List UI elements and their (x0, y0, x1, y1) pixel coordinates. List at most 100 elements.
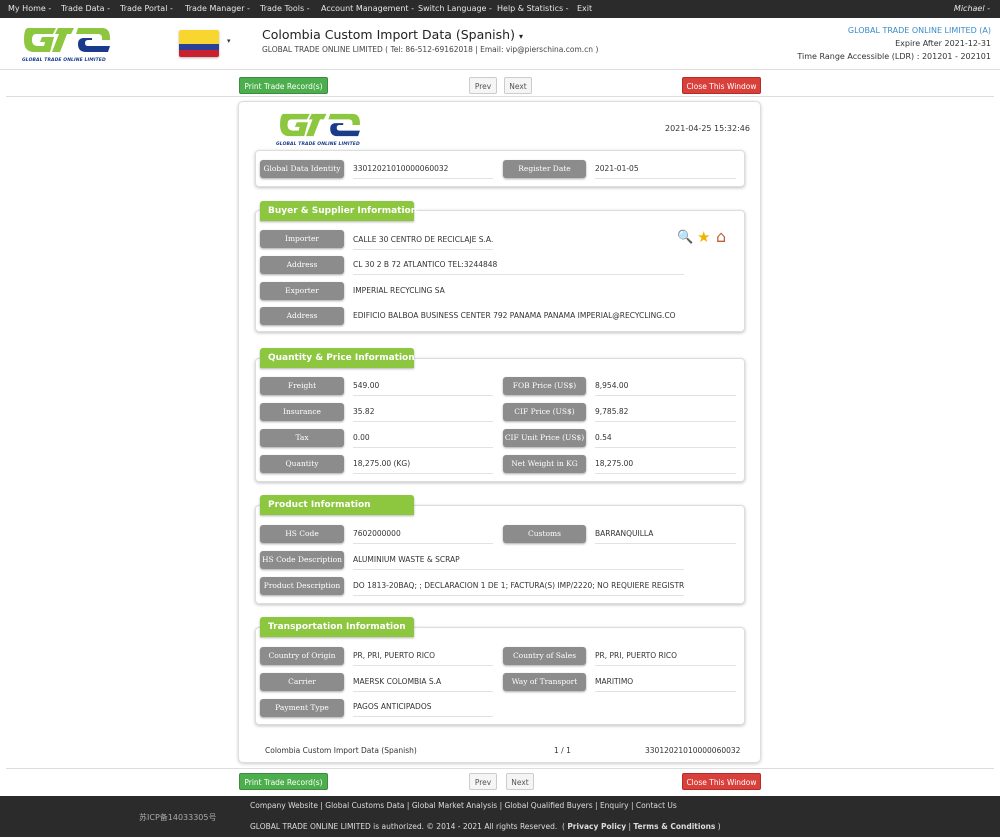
database-title-text: Colombia Custom Import Data (Spanish) (262, 27, 515, 42)
close-window-button[interactable]: Close This Window (682, 77, 761, 94)
hs-code-description-label: HS Code Description (260, 551, 344, 569)
importer-label: Importer (260, 230, 344, 248)
next-button-bottom[interactable]: Next (506, 773, 534, 790)
fob-price-value: 8,954.00 (595, 380, 736, 396)
account-time-range: Time Range Accessible (LDR) : 201201 - 2… (797, 52, 991, 61)
country-flag-colombia[interactable] (179, 30, 219, 57)
freight-label: Freight (260, 377, 344, 395)
nav-trade-tools[interactable]: Trade Tools - (260, 4, 310, 13)
importer-value: CALLE 30 CENTRO DE RECICLAJE S.A.S (353, 234, 493, 250)
cif-price-value: 9,785.82 (595, 406, 736, 422)
nav-account-management[interactable]: Account Management - (321, 4, 414, 13)
product-description-label: Product Description (260, 577, 344, 595)
company-contact: GLOBAL TRADE ONLINE LIMITED ( Tel: 86-51… (262, 45, 599, 54)
carrier-value: MAERSK COLOMBIA S.A (353, 676, 493, 692)
exporter-label: Exporter (260, 282, 344, 300)
tax-value: 0.00 (353, 432, 493, 448)
footer-links: Company Website | Global Customs Data | … (250, 801, 677, 810)
site-footer: 苏ICP备14033305号 Company Website | Global … (0, 796, 1000, 837)
exporter-address-label: Address (260, 307, 344, 325)
account-expire: Expire After 2021-12-31 (895, 39, 991, 48)
account-company[interactable]: GLOBAL TRADE ONLINE LIMITED (A) (848, 26, 991, 35)
country-of-sales-value: PR, PRI, PUERTO RICO (595, 650, 736, 666)
nav-help-statistics[interactable]: Help & Statistics - (497, 4, 569, 13)
product-description-value: DO 1813-20BAQ; ; DECLARACION 1 DE 1; FAC… (353, 580, 684, 596)
register-date-label: Register Date (503, 160, 586, 178)
icp-license[interactable]: 苏ICP备14033305号 (139, 812, 217, 823)
way-of-transport-label: Way of Transport (503, 673, 586, 691)
nav-my-home[interactable]: My Home - (8, 4, 51, 13)
nav-trade-manager[interactable]: Trade Manager - (185, 4, 250, 13)
fob-price-label: FOB Price (US$) (503, 377, 586, 395)
gto-logo-icon (24, 28, 110, 52)
nav-trade-data[interactable]: Trade Data - (61, 4, 110, 13)
country-of-origin-value: PR, PRI, PUERTO RICO (353, 650, 493, 666)
hs-code-label: HS Code (260, 525, 344, 543)
header-divider (0, 69, 1000, 70)
print-trade-records-button-bottom[interactable]: Print Trade Record(s) (239, 773, 328, 790)
footer-link-global-customs-data[interactable]: Global Customs Data (325, 801, 404, 810)
bottom-toolbar-divider (6, 768, 994, 769)
insurance-value: 35.82 (353, 406, 493, 422)
logo-caption: GLOBAL TRADE ONLINE LIMITED (22, 58, 106, 63)
quantity-label: Quantity (260, 455, 344, 473)
footer-link-company-website[interactable]: Company Website (250, 801, 318, 810)
freight-value: 549.00 (353, 380, 493, 396)
footer-copyright: GLOBAL TRADE ONLINE LIMITED is authorize… (250, 822, 721, 831)
copyright-text: GLOBAL TRADE ONLINE LIMITED is authorize… (250, 822, 558, 831)
prev-button[interactable]: Prev (469, 77, 497, 94)
star-icon[interactable]: ★ (697, 228, 710, 246)
top-nav: My Home - Trade Data - Trade Portal - Tr… (0, 0, 1000, 18)
record-footer-page: 1 / 1 (554, 746, 571, 755)
terms-conditions-link[interactable]: Terms & Conditions (633, 822, 715, 831)
chevron-down-icon: ▾ (518, 32, 523, 41)
net-weight-value: 18,275.00 (595, 458, 736, 474)
way-of-transport-value: MARITIMO (595, 676, 736, 692)
footer-link-global-market-analysis[interactable]: Global Market Analysis (412, 801, 497, 810)
nav-trade-portal[interactable]: Trade Portal - (120, 4, 173, 13)
nav-exit[interactable]: Exit (577, 4, 592, 13)
record-footer-database: Colombia Custom Import Data (Spanish) (265, 746, 417, 755)
footer-link-contact-us[interactable]: Contact Us (636, 801, 677, 810)
logo-caption: GLOBAL TRADE ONLINE LIMITED (276, 142, 360, 147)
quantity-price-title: Quantity & Price Information (260, 348, 415, 368)
importer-address-value: CL 30 2 B 72 ATLANTICO TEL:3244848 (353, 259, 684, 275)
exporter-address-value: EDIFICIO BALBOA BUSINESS CENTER 792 PANA… (353, 311, 676, 320)
database-title[interactable]: Colombia Custom Import Data (Spanish) ▾ (262, 27, 523, 42)
customs-label: Customs (503, 525, 586, 543)
home-icon[interactable]: ⌂ (716, 227, 726, 246)
quantity-value: 18,275.00 (KG) (353, 458, 493, 474)
carrier-label: Carrier (260, 673, 344, 691)
cif-price-label: CIF Price (US$) (503, 403, 586, 421)
product-title: Product Information (260, 495, 414, 515)
global-data-identity-label: Global Data Identity (260, 160, 344, 178)
footer-link-global-qualified-buyers[interactable]: Global Qualified Buyers (504, 801, 592, 810)
buyer-supplier-title: Buyer & Supplier Information (260, 201, 417, 221)
hs-code-description-value: ALUMINIUM WASTE & SCRAP (353, 554, 684, 570)
nav-switch-language[interactable]: Switch Language - (418, 4, 492, 13)
global-data-identity-value: 33012021010000060032 (353, 163, 493, 179)
record-footer-identity: 33012021010000060032 (645, 746, 741, 755)
register-date-value: 2021-01-05 (595, 163, 736, 179)
country-of-sales-label: Country of Sales (503, 647, 586, 665)
importer-address-label: Address (260, 256, 344, 274)
tax-label: Tax (260, 429, 344, 447)
customs-value: BARRANQUILLA (595, 528, 736, 544)
country-of-origin-label: Country of Origin (260, 647, 344, 665)
flag-dropdown-caret-icon[interactable]: ▾ (227, 37, 231, 45)
exporter-value: IMPERIAL RECYCLING SA (353, 286, 445, 295)
record-timestamp: 2021-04-25 15:32:46 (665, 124, 750, 133)
prev-button-bottom[interactable]: Prev (469, 773, 497, 790)
net-weight-label: Net Weight in KG (503, 455, 586, 473)
user-menu[interactable]: Michael - (954, 4, 990, 13)
footer-link-enquiry[interactable]: Enquiry (600, 801, 629, 810)
next-button[interactable]: Next (504, 77, 532, 94)
payment-type-label: Payment Type (260, 699, 344, 717)
print-trade-records-button[interactable]: Print Trade Record(s) (239, 77, 328, 94)
close-window-button-bottom[interactable]: Close This Window (682, 773, 761, 790)
privacy-policy-link[interactable]: Privacy Policy (567, 822, 626, 831)
search-icon[interactable]: 🔍 (677, 230, 693, 245)
gto-logo[interactable]: GLOBAL TRADE ONLINE LIMITED (22, 26, 112, 63)
gto-logo-icon (280, 113, 360, 137)
hs-code-value: 7602000000 (353, 528, 493, 544)
